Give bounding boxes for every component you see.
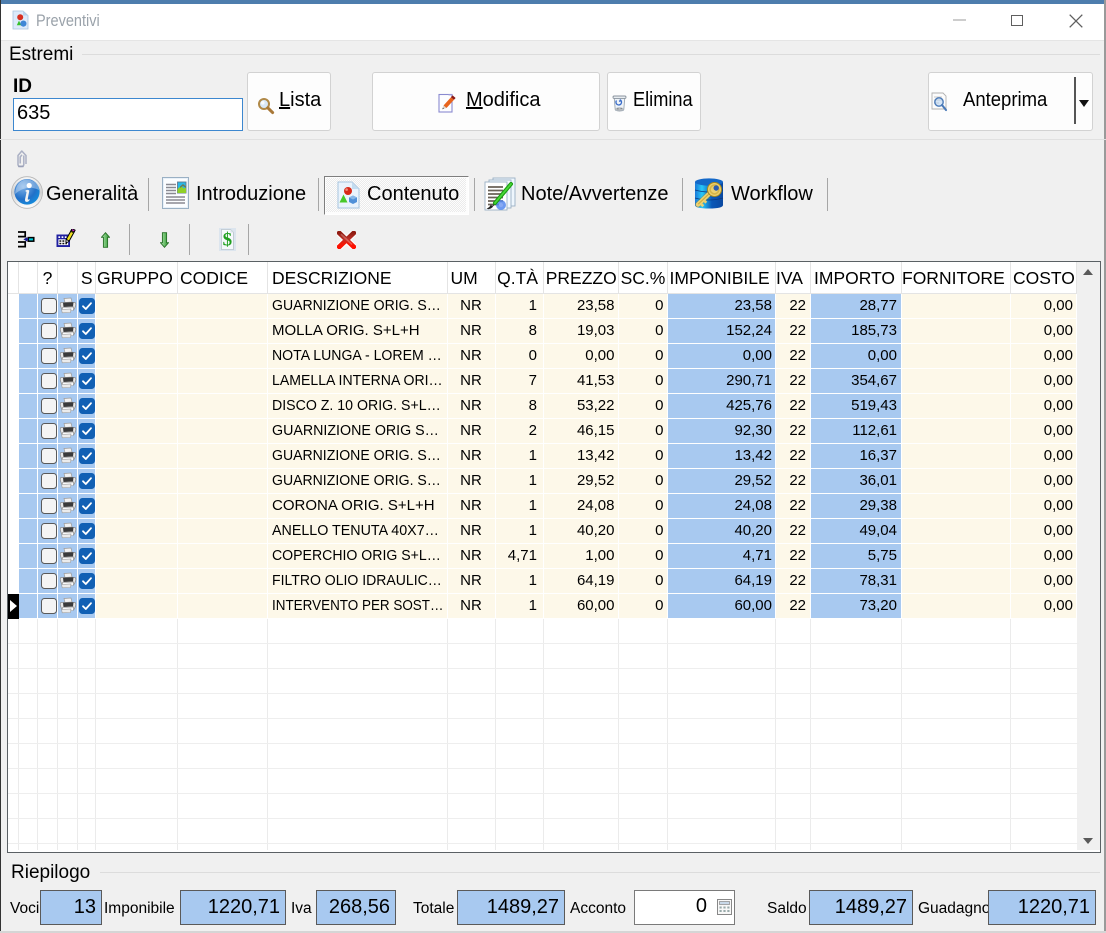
svg-text:$: $ [223, 230, 233, 251]
